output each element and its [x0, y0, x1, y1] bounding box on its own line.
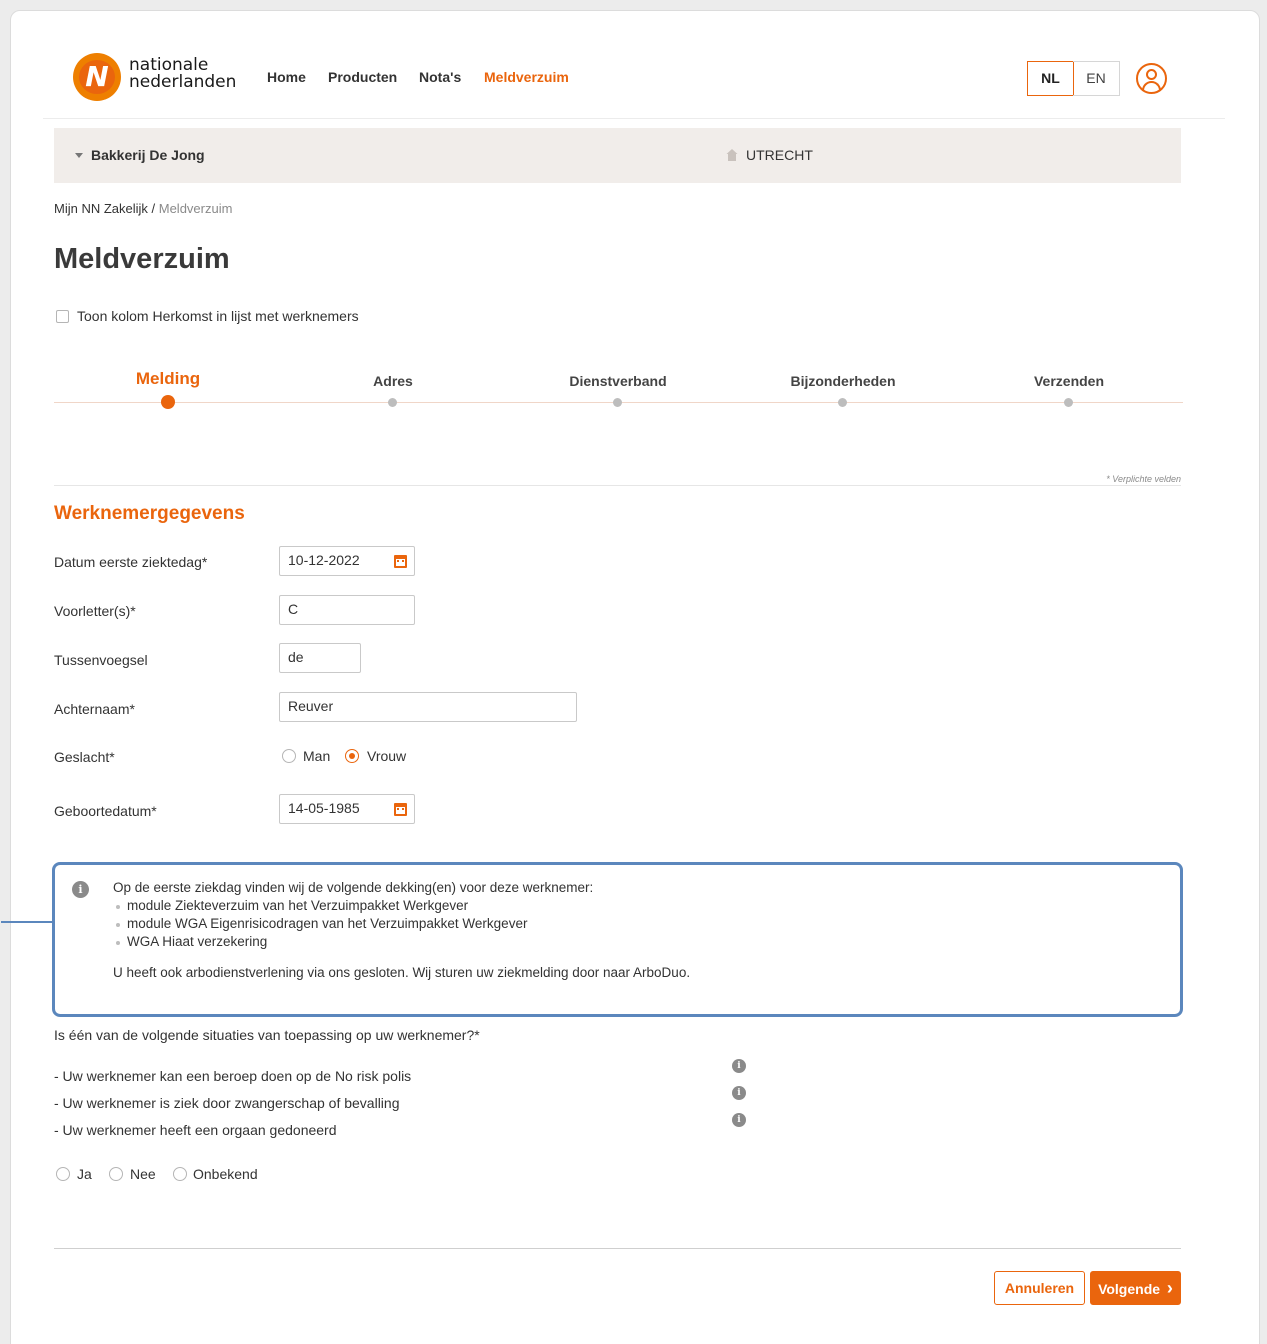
info-item: WGA Hiaat verzekering: [115, 934, 268, 949]
situation-onbekend-label[interactable]: Onbekend: [193, 1166, 258, 1182]
step-dienstverband-dot: [613, 398, 622, 407]
breadcrumb: Mijn NN Zakelijk / Meldverzuim: [54, 201, 232, 216]
info-icon[interactable]: i: [732, 1113, 746, 1127]
chevron-right-icon: ›: [1166, 1278, 1173, 1298]
situation-item-organ-donation: - Uw werknemer heeft een orgaan gedoneer…: [54, 1122, 337, 1138]
calendar-icon[interactable]: [394, 555, 407, 568]
page-title: Meldverzuim: [54, 243, 230, 275]
situation-nee-label[interactable]: Nee: [130, 1166, 156, 1182]
nav-producten[interactable]: Producten: [328, 69, 397, 85]
footer-divider: [54, 1248, 1181, 1249]
step-adres-dot: [388, 398, 397, 407]
section-title: Werknemergegevens: [54, 503, 245, 524]
last-name-input[interactable]: Reuver: [279, 692, 577, 722]
brand-name[interactable]: nationale nederlanden: [129, 57, 236, 91]
infix-value: de: [288, 649, 304, 665]
step-bijzonderheden-label: Bijzonderheden: [790, 373, 896, 389]
next-button[interactable]: Volgende ›: [1090, 1271, 1181, 1305]
breadcrumb-root[interactable]: Mijn NN Zakelijk: [54, 201, 148, 216]
last-name-label: Achternaam*: [54, 701, 135, 717]
first-sick-day-value: 10-12-2022: [288, 552, 360, 568]
birth-date-input[interactable]: 14-05-1985: [279, 794, 415, 824]
gender-label: Geslacht*: [54, 749, 115, 765]
info-icon[interactable]: i: [732, 1059, 746, 1073]
situation-nee-radio[interactable]: [109, 1167, 123, 1181]
step-verzenden-dot: [1064, 398, 1073, 407]
required-fields-note: * Verplichte velden: [1106, 474, 1181, 484]
info-intro: Op de eerste ziekdag vinden wij de volge…: [113, 880, 594, 895]
breadcrumb-separator: /: [147, 201, 159, 216]
initials-label: Voorletter(s)*: [54, 603, 136, 619]
header-divider: [43, 118, 1225, 119]
initials-input[interactable]: C: [279, 595, 415, 625]
situation-item-pregnancy: - Uw werknemer is ziek door zwangerschap…: [54, 1095, 400, 1111]
situations-question: Is één van de volgende situaties van toe…: [54, 1027, 480, 1043]
last-name-value: Reuver: [288, 698, 334, 714]
info-footer: U heeft ook arbodienstverlening via ons …: [113, 965, 691, 980]
infix-input[interactable]: de: [279, 643, 361, 673]
toggle-herkomst-label[interactable]: Toon kolom Herkomst in lijst met werknem…: [77, 308, 359, 324]
initials-value: C: [288, 601, 299, 617]
step-melding-label: Melding: [135, 369, 201, 388]
info-item: module WGA Eigenrisicodragen van het Ver…: [115, 916, 528, 931]
gender-vrouw-label[interactable]: Vrouw: [367, 748, 406, 764]
situation-ja-label[interactable]: Ja: [77, 1166, 92, 1182]
nav-home[interactable]: Home: [267, 69, 306, 85]
info-icon: i: [72, 881, 89, 898]
section-divider: [54, 485, 1181, 486]
toggle-herkomst-checkbox[interactable]: [56, 310, 69, 323]
company-city: UTRECHT: [746, 147, 813, 163]
calendar-icon[interactable]: [394, 803, 407, 816]
situation-item-no-risk: - Uw werknemer kan een beroep doen op de…: [54, 1068, 412, 1084]
birth-date-value: 14-05-1985: [288, 800, 360, 816]
first-sick-day-input[interactable]: 10-12-2022: [279, 546, 415, 576]
step-adres-label: Adres: [373, 373, 413, 389]
infix-label: Tussenvoegsel: [54, 652, 148, 668]
first-sick-day-label: Datum eerste ziektedag*: [54, 554, 208, 570]
gender-man-label[interactable]: Man: [303, 748, 330, 764]
info-icon[interactable]: i: [732, 1086, 746, 1100]
step-melding-dot: [161, 395, 175, 409]
user-account-icon[interactable]: [1136, 63, 1167, 94]
gender-man-radio[interactable]: [282, 749, 296, 763]
company-name[interactable]: Bakkerij De Jong: [91, 147, 205, 163]
brand-name-line2: nederlanden: [129, 72, 237, 92]
page-frame: N nationale nederlanden Home Producten N…: [1, 10, 1260, 1344]
nav-notas[interactable]: Nota's: [419, 69, 461, 85]
step-verzenden-label: Verzenden: [1033, 373, 1105, 389]
situation-ja-radio[interactable]: [56, 1167, 70, 1181]
nn-logo-icon[interactable]: N: [73, 53, 121, 101]
home-icon: [726, 149, 738, 161]
breadcrumb-current: Meldverzuim: [158, 201, 233, 216]
step-bijzonderheden-dot: [838, 398, 847, 407]
situation-onbekend-radio[interactable]: [173, 1167, 187, 1181]
lang-en-button[interactable]: EN: [1073, 61, 1120, 96]
info-item: module Ziekteverzuim van het Verzuimpakk…: [115, 898, 469, 913]
cancel-button[interactable]: Annuleren: [994, 1271, 1085, 1305]
company-dropdown-icon[interactable]: [75, 153, 83, 158]
info-connector-line: [1, 921, 54, 923]
coverage-info-box: i Op de eerste ziekdag vinden wij de vol…: [52, 862, 1183, 1017]
birth-date-label: Geboortedatum*: [54, 803, 157, 819]
step-dienstverband-label: Dienstverband: [569, 373, 667, 389]
gender-vrouw-radio[interactable]: [345, 749, 359, 763]
next-button-label: Volgende: [1098, 1281, 1161, 1297]
lang-nl-button[interactable]: NL: [1027, 61, 1074, 96]
company-bar: Bakkerij De Jong UTRECHT: [54, 128, 1181, 183]
nav-meldverzuim[interactable]: Meldverzuim: [484, 69, 569, 85]
